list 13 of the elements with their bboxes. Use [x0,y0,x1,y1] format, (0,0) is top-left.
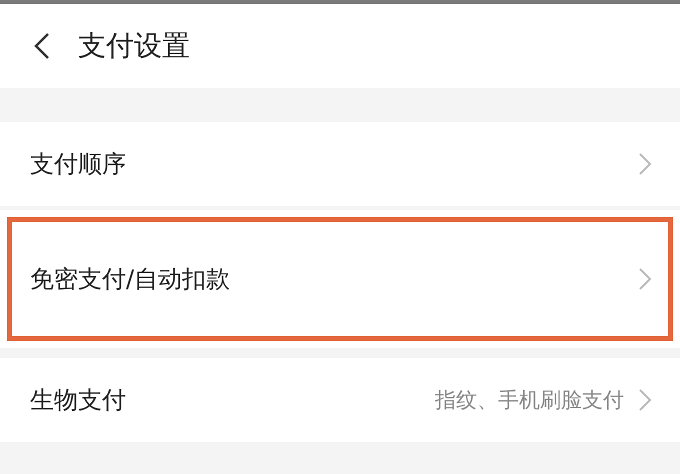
chevron-right-icon [638,388,652,412]
row-label: 生物支付 [30,385,127,416]
back-icon [32,32,52,60]
setting-row[interactable]: 免密支付/自动扣款 [0,210,680,348]
chevron-right-icon [638,152,652,176]
back-button[interactable] [32,32,52,60]
setting-row[interactable]: 支付顺序 [0,122,680,206]
setting-row[interactable]: 生物支付 指纹、手机刷脸支付 [0,358,680,442]
row-label: 支付顺序 [30,149,127,180]
row-value: 指纹、手机刷脸支付 [435,387,624,414]
chevron-right-icon [638,267,652,291]
row-label: 免密支付/自动扣款 [30,264,232,295]
page-title: 支付设置 [78,28,190,64]
